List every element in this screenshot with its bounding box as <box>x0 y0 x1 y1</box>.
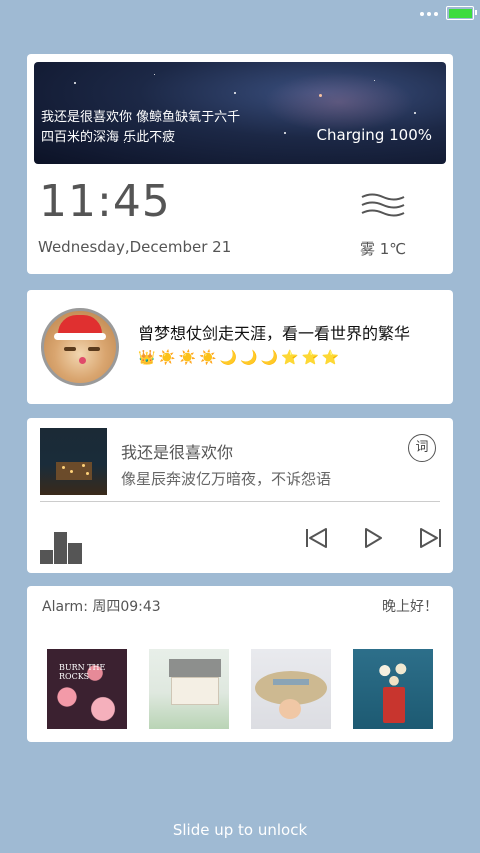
photo-thumbnail-3[interactable] <box>251 649 331 729</box>
alarm-card: Alarm: 周四09:43 晚上好！ BURN THE ROCKS <box>27 586 453 742</box>
lyrics-button[interactable]: 词 <box>408 434 436 462</box>
music-card: 我还是很喜欢你 像星辰奔波亿万暗夜，不诉怨语 词 <box>27 418 453 573</box>
profile-card: 曾梦想仗剑走天涯，看一看世界的繁华 👑☀️☀️☀️🌙🌙🌙⭐⭐⭐ <box>27 290 453 404</box>
photo-thumbnail-2[interactable] <box>149 649 229 729</box>
galaxy-banner: 我还是很喜欢你 像鲸鱼缺氧于六千 四百米的深海 乐此不疲 Charging 10… <box>34 62 446 164</box>
clock-date: Wednesday,December 21 <box>38 238 232 256</box>
time-weather-card: 我还是很喜欢你 像鲸鱼缺氧于六千 四百米的深海 乐此不疲 Charging 10… <box>27 54 453 274</box>
weather-text: 雾 1℃ <box>360 240 407 258</box>
play-icon[interactable] <box>361 526 385 550</box>
album-cover[interactable] <box>40 428 107 495</box>
profile-motto: 曾梦想仗剑走天涯，看一看世界的繁华 <box>138 324 411 343</box>
song-title: 我还是很喜欢你 <box>121 443 234 462</box>
more-icon <box>420 12 438 16</box>
previous-track-icon[interactable] <box>305 526 329 550</box>
alarm-text[interactable]: Alarm: 周四09:43 <box>42 596 161 616</box>
status-bar <box>0 0 480 30</box>
avatar[interactable] <box>41 308 119 386</box>
level-badges: 👑☀️☀️☀️🌙🌙🌙⭐⭐⭐ <box>138 350 343 366</box>
photo-thumbnail-1[interactable]: BURN THE ROCKS <box>47 649 127 729</box>
equalizer-icon[interactable] <box>40 532 82 564</box>
charging-status: Charging 100% <box>316 126 432 144</box>
song-lyric: 像星辰奔波亿万暗夜，不诉怨语 <box>121 470 332 488</box>
fog-icon <box>361 193 405 217</box>
photo-thumbnail-4[interactable] <box>353 649 433 729</box>
next-track-icon[interactable] <box>418 526 442 550</box>
slide-to-unlock[interactable]: Slide up to unlock <box>0 821 480 839</box>
greeting-text: 晚上好！ <box>382 599 438 615</box>
clock-time: 11:45 <box>39 176 171 227</box>
banner-quote: 我还是很喜欢你 像鲸鱼缺氧于六千 四百米的深海 乐此不疲 <box>41 110 241 145</box>
divider <box>40 501 440 502</box>
battery-icon <box>446 6 477 20</box>
